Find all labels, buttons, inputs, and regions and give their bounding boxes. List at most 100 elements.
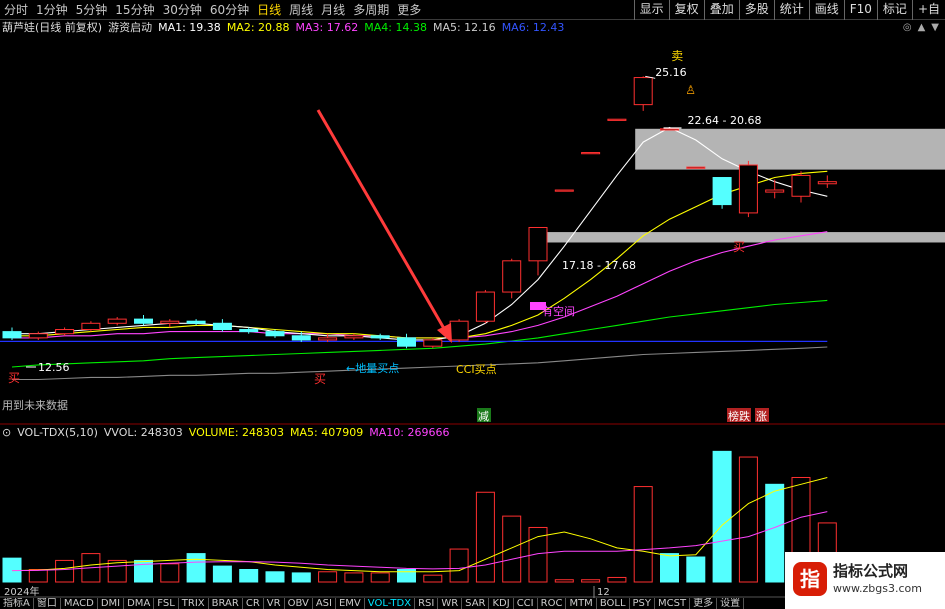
candlestick[interactable]: [581, 152, 601, 155]
buy-signal-mid: 买: [314, 372, 326, 386]
tab-cci[interactable]: CCI: [514, 598, 538, 609]
watermark: 指 指标公式网 www.zbgs3.com: [785, 552, 945, 609]
rank-drop-label: 榜跌: [728, 409, 750, 423]
volume-bar[interactable]: [633, 486, 653, 583]
reduce-label: 减: [478, 410, 489, 423]
tab-fsl[interactable]: FSL: [154, 598, 179, 609]
watermark-logo-icon: 指: [793, 562, 827, 596]
tab-window[interactable]: 窗口: [34, 598, 61, 609]
tab-asi[interactable]: ASI: [313, 598, 336, 609]
candlestick[interactable]: [186, 319, 206, 326]
tab-settings[interactable]: 设置: [717, 598, 745, 609]
tab-roc[interactable]: ROC: [538, 598, 567, 609]
tab-wr[interactable]: WR: [438, 598, 463, 609]
watermark-title: 指标公式网: [833, 562, 909, 580]
volume-bar[interactable]: [239, 569, 259, 583]
candlestick[interactable]: [528, 226, 548, 276]
volume-bar[interactable]: [265, 571, 285, 583]
tab-kdj[interactable]: KDJ: [489, 598, 514, 609]
tab-dmi[interactable]: DMI: [98, 598, 125, 609]
volume-bar[interactable]: [318, 571, 338, 583]
candlestick[interactable]: [633, 76, 653, 111]
buy-signal-left: 买: [8, 371, 20, 385]
candlestick[interactable]: [554, 189, 574, 192]
ma5-line: [12, 346, 828, 381]
high-price-label: 25.16: [655, 66, 687, 79]
volume-bar[interactable]: [423, 574, 443, 583]
price-zone-box: [635, 128, 945, 170]
candlestick[interactable]: [475, 289, 495, 324]
candlestick[interactable]: [765, 179, 785, 199]
candlestick[interactable]: [607, 118, 627, 121]
volume-bar[interactable]: [291, 572, 311, 583]
volume-bar[interactable]: [607, 576, 627, 583]
rise-label: 涨: [756, 410, 767, 423]
candlestick[interactable]: [712, 177, 732, 209]
candlestick[interactable]: [686, 166, 706, 169]
volume-bar[interactable]: [686, 556, 706, 583]
volume-bar[interactable]: [212, 565, 232, 583]
candlestick[interactable]: [212, 319, 232, 332]
indicator-tabs: 指标A 窗口 MACD DMI DMA FSL TRIX BRAR CR VR …: [0, 598, 785, 609]
tab-trix[interactable]: TRIX: [179, 598, 209, 609]
candlestick[interactable]: [449, 319, 469, 343]
tab-vol-tdx[interactable]: VOL-TDX: [365, 598, 416, 609]
tab-indicator-a[interactable]: 指标A: [0, 598, 34, 609]
volume-bar[interactable]: [160, 563, 180, 583]
candlestick[interactable]: [791, 171, 811, 203]
candlestick[interactable]: [160, 319, 180, 328]
support-range-label: 17.18 - 17.68: [562, 259, 636, 272]
volume-bar[interactable]: [554, 579, 574, 583]
watermark-url: www.zbgs3.com: [833, 582, 922, 595]
bottom-volume-buy-label: ←地量买点: [346, 362, 399, 375]
tab-emv[interactable]: EMV: [336, 598, 365, 609]
candlestick[interactable]: [817, 175, 837, 188]
volume-bar[interactable]: [738, 456, 758, 583]
kline-chart[interactable]: 卖 25.16 ♙ 22.64 - 20.68 17.18 - 17.68 有空间 12.5…: [0, 0, 945, 598]
tab-cr[interactable]: CR: [243, 598, 264, 609]
date-label-2024: 2024年: [4, 585, 39, 598]
tab-mcst[interactable]: MCST: [655, 598, 691, 609]
volume-bar[interactable]: [186, 553, 206, 583]
tab-dma[interactable]: DMA: [124, 598, 155, 609]
volume-bar[interactable]: [449, 548, 469, 583]
pointer-arrow: [316, 109, 448, 333]
candlestick[interactable]: [397, 333, 416, 349]
volume-bar[interactable]: [370, 572, 390, 583]
resistance-range-label: 22.64 - 20.68: [688, 114, 762, 127]
date-label-12: 12: [597, 587, 610, 598]
candlestick[interactable]: [370, 333, 390, 340]
tab-obv[interactable]: OBV: [285, 598, 313, 609]
tab-macd[interactable]: MACD: [61, 598, 98, 609]
tab-brar[interactable]: BRAR: [209, 598, 243, 609]
sell-figure-icon: ♙: [685, 83, 696, 97]
volume-bar[interactable]: [765, 483, 785, 583]
space-label: 有空间: [542, 304, 575, 318]
buy-signal-right: 买: [733, 240, 745, 254]
candlestick[interactable]: [107, 317, 127, 326]
volume-bar[interactable]: [28, 569, 48, 583]
candlestick[interactable]: [738, 160, 758, 218]
volume-bar[interactable]: [502, 515, 522, 583]
tab-more[interactable]: 更多: [690, 598, 718, 609]
future-data-note: 用到未来数据: [2, 398, 68, 412]
volume-bar[interactable]: [660, 553, 679, 583]
cci-buy-label: CCI买点: [456, 363, 497, 376]
candlestick[interactable]: [134, 314, 153, 326]
volume-bar[interactable]: [55, 559, 75, 583]
tab-sar[interactable]: SAR: [462, 598, 490, 609]
volume-bar[interactable]: [712, 450, 732, 583]
tab-vr[interactable]: VR: [264, 598, 285, 609]
candlestick[interactable]: [660, 128, 679, 131]
volume-bar[interactable]: [475, 491, 495, 583]
candlestick[interactable]: [2, 327, 22, 340]
tab-boll[interactable]: BOLL: [597, 598, 630, 609]
tab-psy[interactable]: PSY: [630, 598, 656, 609]
sell-signal-label: 卖: [671, 49, 683, 63]
candlestick[interactable]: [502, 258, 522, 299]
tab-mtm[interactable]: MTM: [566, 598, 597, 609]
low-price-label: 12.56: [38, 361, 70, 374]
volume-bar[interactable]: [344, 572, 364, 583]
tab-rsi[interactable]: RSI: [415, 598, 439, 609]
volume-bar[interactable]: [581, 579, 601, 583]
